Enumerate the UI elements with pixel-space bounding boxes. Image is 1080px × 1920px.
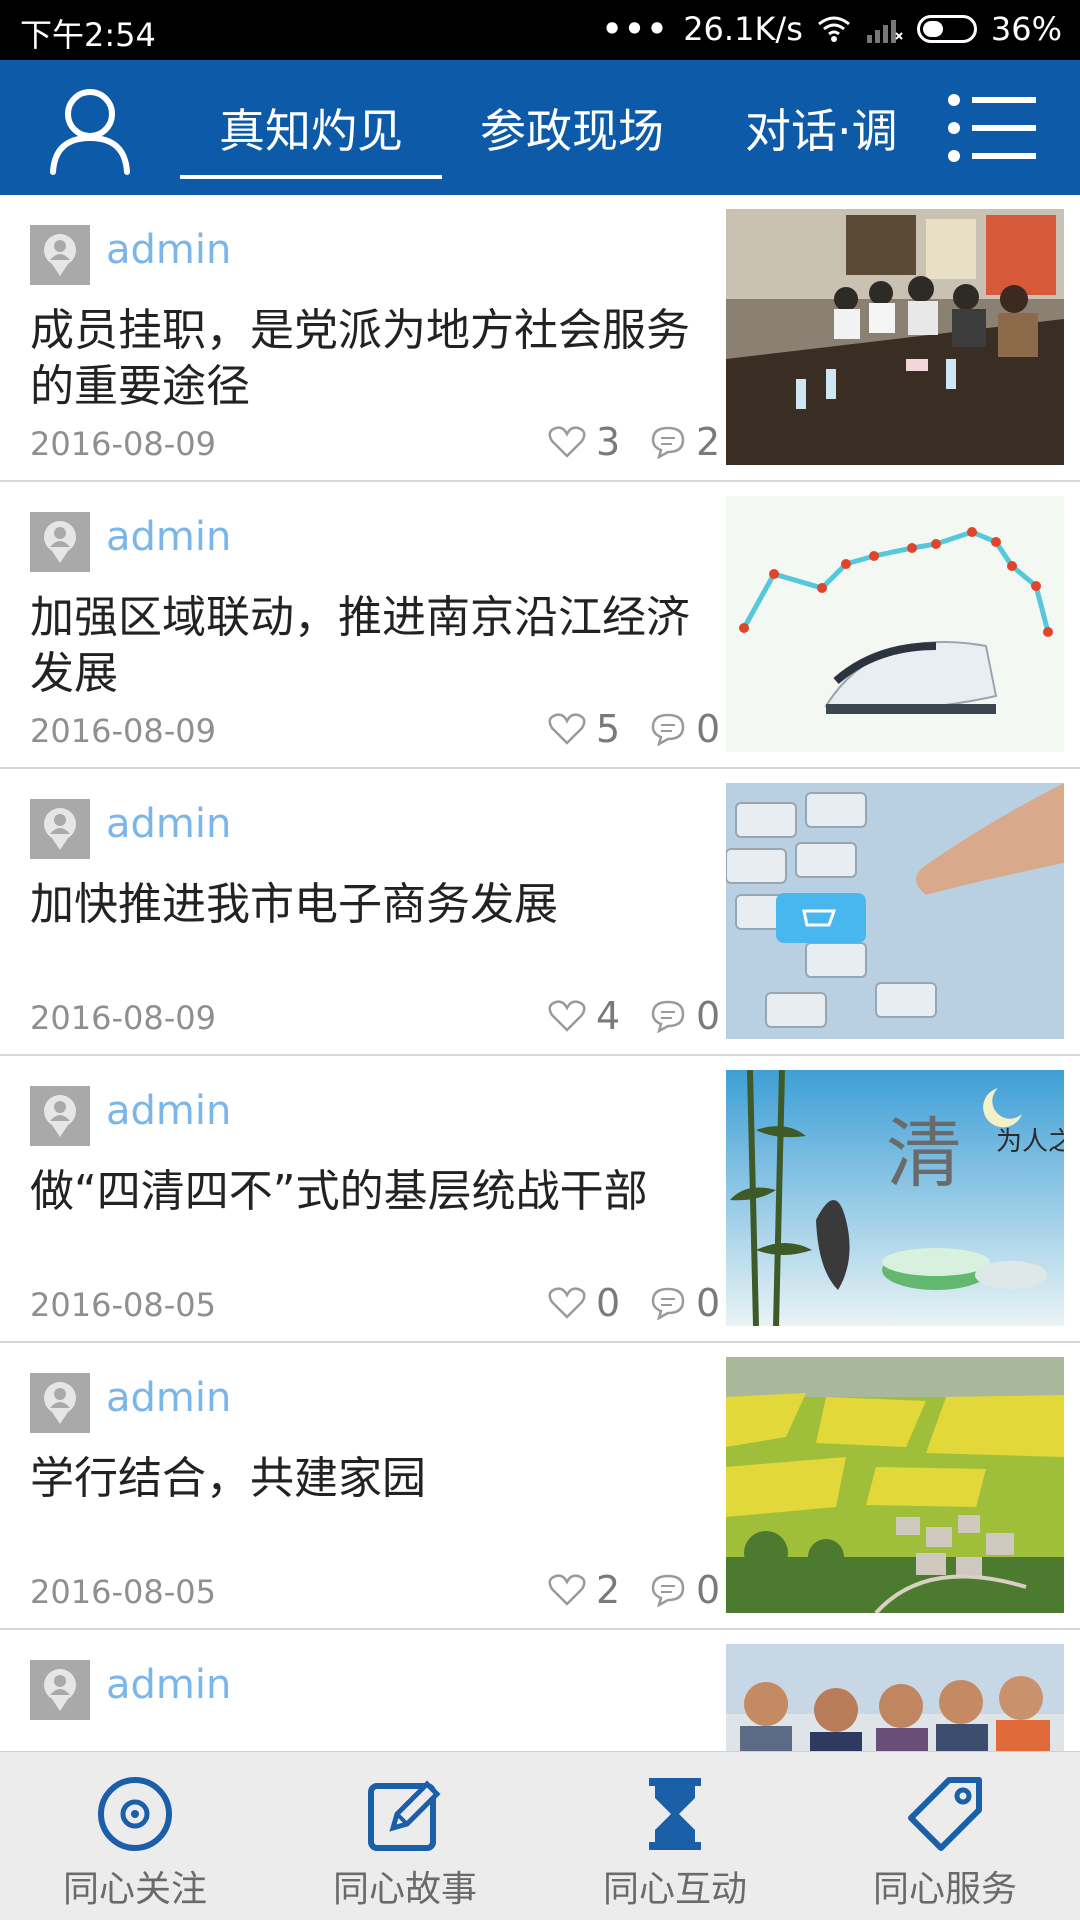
hourglass-icon bbox=[649, 1778, 701, 1850]
comment-icon[interactable] bbox=[650, 425, 686, 459]
avatar-placeholder-icon bbox=[44, 521, 76, 563]
like-count: 3 bbox=[596, 420, 621, 464]
article-title[interactable]: 加快推进我市电子商务发展 bbox=[30, 877, 710, 933]
article-title[interactable]: 成员挂职，是党派为地方社会服务的重要途径 bbox=[30, 303, 710, 415]
author-name: admin bbox=[106, 227, 232, 273]
list-item[interactable]: admin 成员挂职，是党派为地方社会服务的重要途径 2016-08-09 3 … bbox=[0, 195, 1080, 482]
comment-count: 0 bbox=[696, 1281, 721, 1325]
user-icon[interactable] bbox=[45, 80, 135, 175]
status-indicators: ••• 26.1K/s 36% bbox=[602, 10, 1062, 48]
tab-bar: 真知灼见 参政现场 对话·调 bbox=[180, 60, 940, 195]
avatar bbox=[30, 1660, 90, 1720]
article-stats: 0 0 bbox=[548, 1281, 726, 1325]
tab-canzheng[interactable]: 参政现场 bbox=[480, 60, 664, 195]
active-tab-indicator bbox=[180, 175, 442, 179]
bottom-nav-label: 同心故事 bbox=[332, 1869, 477, 1910]
like-count: 5 bbox=[596, 707, 621, 751]
avatar-placeholder-icon bbox=[44, 234, 76, 276]
list-item[interactable]: admin 加强区域联动，推进南京沿江经济发展 2016-08-09 5 0 bbox=[0, 482, 1080, 769]
battery-level: 36% bbox=[990, 10, 1062, 48]
list-item[interactable]: admin 做“四清四不”式的基层统战干部 2016-08-05 0 0 为人之… bbox=[0, 1056, 1080, 1343]
avatar-placeholder-icon bbox=[44, 1095, 76, 1137]
comment-icon[interactable] bbox=[650, 712, 686, 746]
article-stats: 5 0 bbox=[548, 707, 726, 751]
article-title[interactable]: 学行结合，共建家园 bbox=[30, 1451, 710, 1507]
more-notifications-icon: ••• bbox=[601, 10, 670, 48]
network-speed: 26.1K/s bbox=[683, 10, 803, 48]
comment-count: 0 bbox=[696, 994, 721, 1038]
heart-icon[interactable] bbox=[548, 425, 586, 459]
article-stats: 3 2 bbox=[548, 420, 726, 464]
edit-icon bbox=[368, 1780, 441, 1851]
menu-icon[interactable] bbox=[946, 90, 1038, 166]
meeting-photo[interactable] bbox=[726, 209, 1064, 465]
tag-icon bbox=[908, 1777, 982, 1851]
svg-text:清: 清 bbox=[886, 1109, 962, 1198]
target-icon bbox=[98, 1777, 172, 1851]
author-name: admin bbox=[106, 1375, 232, 1421]
article-stats: 4 0 bbox=[548, 994, 726, 1038]
article-list[interactable]: admin 成员挂职，是党派为地方社会服务的重要途径 2016-08-09 3 … bbox=[0, 195, 1080, 1751]
article-date: 2016-08-09 bbox=[30, 712, 216, 750]
comment-icon[interactable] bbox=[650, 1286, 686, 1320]
bottom-nav-stories[interactable]: 同心故事 bbox=[270, 1752, 540, 1920]
bottom-nav: 同心关注 同心故事 同心互动 同心服务 bbox=[0, 1751, 1080, 1920]
article-date: 2016-08-05 bbox=[30, 1573, 216, 1611]
bottom-nav-label: 同心互动 bbox=[602, 1869, 747, 1910]
bamboo-tea-painting[interactable]: 为人之道 清 bbox=[726, 1070, 1064, 1326]
avatar bbox=[30, 512, 90, 572]
like-count: 4 bbox=[596, 994, 621, 1038]
group-photo[interactable] bbox=[726, 1644, 1064, 1751]
article-date: 2016-08-05 bbox=[30, 1286, 216, 1324]
tab-duihua[interactable]: 对话·调 bbox=[745, 60, 898, 195]
comment-count: 0 bbox=[696, 707, 721, 751]
list-item[interactable]: admin 加快推进我市电子商务发展 2016-08-09 4 0 bbox=[0, 769, 1080, 1056]
bottom-nav-label: 同心服务 bbox=[872, 1869, 1017, 1910]
article-date: 2016-08-09 bbox=[30, 425, 216, 463]
keyboard-cart-photo[interactable] bbox=[726, 783, 1064, 1039]
avatar-placeholder-icon bbox=[44, 1382, 76, 1424]
avatar bbox=[30, 225, 90, 285]
avatar bbox=[30, 1086, 90, 1146]
article-title[interactable]: 加强区域联动，推进南京沿江经济发展 bbox=[30, 590, 710, 702]
bottom-nav-service[interactable]: 同心服务 bbox=[810, 1752, 1080, 1920]
list-item[interactable]: admin 学行结合，共建家园 2016-08-05 2 0 bbox=[0, 1343, 1080, 1630]
article-stats: 2 0 bbox=[548, 1568, 726, 1612]
article-date: 2016-08-09 bbox=[30, 999, 216, 1037]
comment-count: 0 bbox=[696, 1568, 721, 1612]
bottom-nav-label: 同心关注 bbox=[62, 1869, 207, 1910]
author-name: admin bbox=[106, 514, 232, 560]
status-bar: 下午2:54 ••• 26.1K/s 36% bbox=[0, 0, 1080, 60]
avatar-placeholder-icon bbox=[44, 808, 76, 850]
list-item[interactable]: admin bbox=[0, 1630, 1080, 1751]
battery-icon bbox=[916, 15, 977, 43]
avatar bbox=[30, 1373, 90, 1433]
heart-icon[interactable] bbox=[548, 712, 586, 746]
heart-icon[interactable] bbox=[548, 999, 586, 1033]
like-count: 0 bbox=[596, 1281, 621, 1325]
status-time: 下午2:54 bbox=[20, 16, 156, 54]
avatar bbox=[30, 799, 90, 859]
comment-count: 2 bbox=[696, 420, 721, 464]
top-nav: 真知灼见 参政现场 对话·调 bbox=[0, 60, 1080, 195]
comment-icon[interactable] bbox=[650, 999, 686, 1033]
article-title[interactable]: 做“四清四不”式的基层统战干部 bbox=[30, 1164, 710, 1220]
author-name: admin bbox=[106, 1662, 232, 1708]
wifi-icon bbox=[817, 16, 850, 42]
avatar-placeholder-icon bbox=[44, 1669, 76, 1711]
author-name: admin bbox=[106, 801, 232, 847]
heart-icon[interactable] bbox=[548, 1573, 586, 1607]
heart-icon[interactable] bbox=[548, 1286, 586, 1320]
bottom-nav-focus[interactable]: 同心关注 bbox=[0, 1752, 270, 1920]
like-count: 2 bbox=[596, 1568, 621, 1612]
train-route-map[interactable] bbox=[726, 496, 1064, 752]
bottom-nav-interact[interactable]: 同心互动 bbox=[540, 1752, 810, 1920]
svg-text:为人之道: 为人之道 bbox=[996, 1127, 1064, 1157]
author-name: admin bbox=[106, 1088, 232, 1134]
comment-icon[interactable] bbox=[650, 1573, 686, 1607]
village-landscape-photo[interactable] bbox=[726, 1357, 1064, 1613]
signal-icon bbox=[866, 20, 903, 43]
